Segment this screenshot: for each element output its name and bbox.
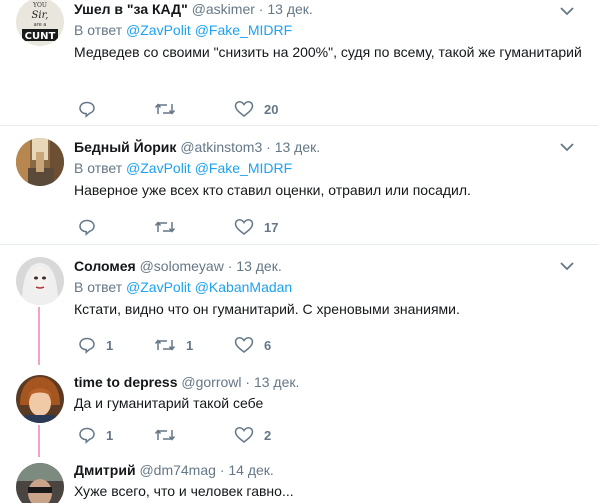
mention-link[interactable]: @ZavPolit xyxy=(126,160,191,176)
user-handle[interactable]: @atkinstom3 xyxy=(180,139,262,155)
like-count: 20 xyxy=(264,101,279,117)
retweet-icon xyxy=(154,103,176,115)
user-name[interactable]: Дмитрий xyxy=(74,462,136,478)
tweet-actions: 20 xyxy=(74,99,374,119)
like-button[interactable]: 6 xyxy=(234,335,271,355)
chevron-down-icon[interactable] xyxy=(560,6,574,16)
tweet-actions: 17 xyxy=(74,217,374,237)
tweet-header: time to depress @gorrowl · 13 дек. xyxy=(74,373,586,391)
tweet-date[interactable]: 13 дек. xyxy=(275,139,320,155)
avatar-text-4: CUNT xyxy=(25,31,56,42)
tweet-header: Соломея @solomeyaw · 13 дек. xyxy=(74,257,586,275)
reply-button[interactable] xyxy=(78,217,106,237)
heart-icon xyxy=(234,337,254,353)
reply-icon xyxy=(79,427,95,444)
retweet-icon xyxy=(154,339,176,351)
retweet-icon xyxy=(154,221,176,233)
tweet-date[interactable]: 13 дек. xyxy=(254,374,299,390)
avatar[interactable] xyxy=(16,375,64,423)
retweet-button[interactable] xyxy=(154,425,186,445)
reply-count: 1 xyxy=(106,337,114,353)
tweet-header: Дмитрий @dm74mag · 14 дек. xyxy=(74,461,586,479)
tweet-text: Кстати, видно что он гуманитарий. С хрен… xyxy=(74,301,460,317)
like-button[interactable]: 20 xyxy=(234,99,278,119)
tweet-actions: 1 1 6 xyxy=(74,335,374,355)
mention-link[interactable]: @ZavPolit xyxy=(126,22,191,38)
reply-icon xyxy=(79,101,95,118)
reply-button[interactable] xyxy=(78,99,106,119)
retweet-button[interactable]: 1 xyxy=(154,335,193,355)
retweet-count: 1 xyxy=(186,337,194,353)
chevron-down-icon[interactable] xyxy=(560,142,574,152)
tweet-1: YOU Sir, are a CUNT Ушел в "за КАД" @ask… xyxy=(0,0,598,125)
separator-dot: · xyxy=(227,258,233,274)
tweet-5: Дмитрий @dm74mag · 14 дек. Хуже всего, ч… xyxy=(0,459,598,503)
retweet-icon xyxy=(154,429,176,441)
like-count: 2 xyxy=(264,427,272,443)
tweet-date[interactable]: 14 дек. xyxy=(228,462,273,478)
reply-context: В ответ @ZavPolit @KabanMadan xyxy=(74,278,586,296)
user-handle[interactable]: @askimer xyxy=(192,1,255,17)
tweet-actions: 1 2 xyxy=(74,425,374,445)
user-name[interactable]: Соломея xyxy=(74,258,136,274)
mention-link[interactable]: @Fake_MIDRF xyxy=(195,22,292,38)
tweet-date[interactable]: 13 дек. xyxy=(267,1,312,17)
user-handle[interactable]: @solomeyaw xyxy=(140,258,224,274)
user-handle[interactable]: @dm74mag xyxy=(139,462,215,478)
reply-icon xyxy=(79,219,95,236)
reply-count: 1 xyxy=(106,427,114,443)
reply-context: В ответ @ZavPolit @Fake_MIDRF xyxy=(74,21,586,39)
tweet-4: time to depress @gorrowl · 13 дек. Да и … xyxy=(0,363,598,459)
avatar-text-2: Sir, xyxy=(32,10,49,21)
reply-prefix: В ответ xyxy=(74,279,123,295)
tweet-text: Да и гуманитарий такой себе xyxy=(74,395,264,411)
tweet-text: Наверное уже всех кто ставил оценки, отр… xyxy=(74,182,471,198)
like-count: 6 xyxy=(264,337,272,353)
user-name[interactable]: Бедный Йорик xyxy=(74,139,176,155)
reply-context: В ответ @ZavPolit @Fake_MIDRF xyxy=(74,159,586,177)
tweet-header: Бедный Йорик @atkinstom3 · 13 дек. xyxy=(74,138,586,156)
separator-dot: · xyxy=(258,1,264,17)
reply-prefix: В ответ xyxy=(74,22,123,38)
avatar[interactable]: YOU Sir, are a CUNT xyxy=(16,0,64,46)
tweet-text: Медведев со своими "снизить на 200%", су… xyxy=(74,44,582,60)
mention-link[interactable]: @Fake_MIDRF xyxy=(195,160,292,176)
avatar[interactable] xyxy=(16,138,64,186)
heart-icon xyxy=(234,427,254,443)
user-name[interactable]: Ушел в "за КАД" xyxy=(74,1,188,17)
mention-link[interactable]: @ZavPolit xyxy=(126,279,191,295)
tweet-text: Хуже всего, что и человек гавно... xyxy=(74,483,294,499)
user-name[interactable]: time to depress xyxy=(74,374,177,390)
retweet-button[interactable] xyxy=(154,217,186,237)
avatar-text-3: are a xyxy=(34,22,47,28)
reply-icon xyxy=(79,337,95,354)
separator-dot: · xyxy=(219,462,225,478)
reply-button[interactable]: 1 xyxy=(78,425,113,445)
like-button[interactable]: 2 xyxy=(234,425,271,445)
tweet-date[interactable]: 13 дек. xyxy=(236,258,281,274)
avatar-text-1: YOU xyxy=(32,2,47,9)
like-count: 17 xyxy=(264,219,279,235)
reply-button[interactable]: 1 xyxy=(78,335,113,355)
separator-dot: · xyxy=(266,139,271,155)
separator-dot: · xyxy=(245,374,251,390)
avatar[interactable] xyxy=(16,463,64,503)
tweet-3: Соломея @solomeyaw · 13 дек. В ответ @Za… xyxy=(0,245,598,363)
reply-prefix: В ответ xyxy=(74,160,123,176)
chevron-down-icon[interactable] xyxy=(560,261,574,271)
like-button[interactable]: 17 xyxy=(234,217,278,237)
user-handle[interactable]: @gorrowl xyxy=(181,374,241,390)
tweet-2: Бедный Йорик @atkinstom3 · 13 дек. В отв… xyxy=(0,126,598,244)
heart-icon xyxy=(234,101,254,117)
tweet-header: Ушел в "за КАД" @askimer · 13 дек. xyxy=(74,0,586,18)
avatar[interactable] xyxy=(16,257,64,305)
mention-link[interactable]: @KabanMadan xyxy=(195,279,293,295)
heart-icon xyxy=(234,219,254,235)
retweet-button[interactable] xyxy=(154,99,186,119)
